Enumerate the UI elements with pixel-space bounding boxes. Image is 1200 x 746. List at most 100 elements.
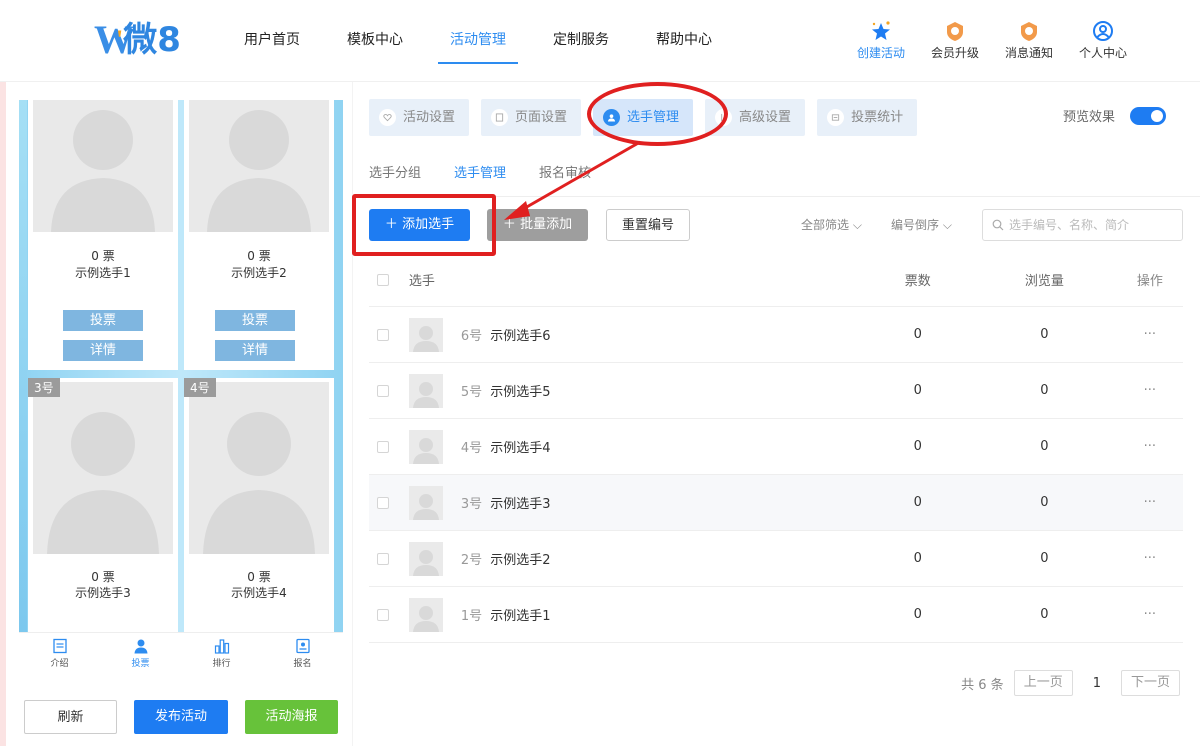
view-count: 0 [1040,383,1049,398]
more-actions-icon[interactable]: ··· [1117,383,1183,398]
detail-button[interactable]: 详情 [63,340,143,361]
chevron-down-icon: ⌵ [942,218,952,232]
table-row[interactable]: 2号 示例选手2 0 0 ··· [369,531,1183,587]
subtab-player-groups[interactable]: 选手分组 [369,162,421,181]
player-card[interactable]: 4号 0 票 示例选手4 [184,378,334,632]
user-circle-icon [1066,20,1140,42]
player-photo [189,382,329,554]
player-votes: 0 票 [91,249,115,263]
vote-button[interactable]: 投票 [215,310,295,331]
current-page[interactable]: 1 [1093,676,1101,691]
nav-help-center[interactable]: 帮助中心 [636,0,732,82]
player-name: 示例选手2 [231,266,287,280]
vip-upgrade-button[interactable]: 会员升级 [918,20,992,61]
player-avatar [408,429,443,464]
player-card[interactable]: 0 票 示例选手1 投票 详情 [28,100,178,370]
header-votes: 票数 [904,274,931,289]
player-card[interactable]: 0 票 示例选手2 投票 详情 [184,100,334,370]
table-row[interactable]: 1号 示例选手1 0 0 ··· [369,587,1183,643]
phone-tab-vote-label: 投票 [131,659,150,669]
tab-activity-settings[interactable]: 活动设置 [369,99,470,136]
batch-add-button[interactable]: ＋ 批量添加 [487,209,588,241]
more-actions-icon[interactable]: ··· [1117,327,1183,342]
more-actions-icon[interactable]: ··· [1117,439,1183,454]
phone-tab-ranking[interactable]: 排行 [181,633,262,674]
tab-vote-statistics[interactable]: 投票统计 [817,99,918,136]
header-actions: 创建活动 会员升级 消息通知 个人中心 [844,20,1140,61]
search-input[interactable] [1009,218,1169,232]
annotation-rectangle [352,194,496,256]
reset-numbering-button[interactable]: 重置编号 [606,209,690,241]
vote-count: 0 [913,607,922,622]
subtab-signup-review[interactable]: 报名审核 [539,162,591,181]
row-checkbox[interactable] [377,384,389,397]
tab-label: 高级设置 [739,110,792,125]
header-actions: 操作 [1136,274,1163,289]
table-row[interactable]: 4号 示例选手4 0 0 ··· [369,419,1183,475]
next-page-button[interactable]: 下一页 [1120,670,1180,696]
player-search[interactable] [982,209,1183,241]
nav-home[interactable]: 用户首页 [224,0,320,82]
vip-badge-icon [918,20,992,42]
player-avatar [408,597,443,632]
detail-button[interactable]: 详情 [215,340,295,361]
view-count: 0 [1040,551,1049,566]
sub-tabs: 选手分组 选手管理 报名审核 [369,162,624,181]
player-avatar [408,317,443,352]
phone-tab-intro[interactable]: 介绍 [19,633,100,674]
subtab-player-management[interactable]: 选手管理 [454,162,506,181]
preview-switch[interactable] [1130,106,1166,125]
row-checkbox[interactable] [377,496,389,509]
avatar-placeholder-icon [412,437,439,464]
player-number: 2号 [460,553,483,568]
player-number-badge: 4号 [184,378,216,397]
notifications-button[interactable]: 消息通知 [992,20,1066,61]
nav-activity-manage[interactable]: 活动管理 [430,0,526,82]
create-activity-button[interactable]: 创建活动 [844,20,918,61]
table-row[interactable]: 6号 示例选手6 0 0 ··· [369,307,1183,363]
player-table: 选手 票数 浏览量 操作 6号 示例选手6 0 0 ··· 5号 示例选手5 0 [369,253,1183,643]
more-actions-icon[interactable]: ··· [1117,607,1183,622]
personal-center-button[interactable]: 个人中心 [1066,20,1140,61]
refresh-button[interactable]: 刷新 [24,700,117,734]
pagination-total: 共 6 条 [961,677,1004,693]
phone-tab-vote[interactable]: 投票 [100,633,181,674]
player-card[interactable]: 3号 0 票 示例选手3 [28,378,178,632]
row-checkbox[interactable] [377,608,389,621]
filter-dropdown[interactable]: 全部筛选 ⌵ [801,209,862,241]
select-all-checkbox[interactable] [377,273,389,286]
notifications-label: 消息通知 [1004,46,1053,60]
view-count: 0 [1040,327,1049,342]
row-checkbox[interactable] [377,328,389,341]
phone-preview[interactable]: 0 票 示例选手1 投票 详情 0 票 示例选手2 投票 详情 3号 0 票 示… [19,100,343,632]
nav-templates[interactable]: 模板中心 [327,0,423,82]
vote-button[interactable]: 投票 [63,310,143,331]
vote-count: 0 [913,383,922,398]
player-cell: 4号 示例选手4 [389,429,863,464]
phone-tab-signup[interactable]: 报名 [262,633,343,674]
heart-icon [379,109,396,126]
publish-activity-button[interactable]: 发布活动 [134,700,228,734]
prev-page-button[interactable]: 上一页 [1013,670,1073,696]
phone-tab-signup-label: 报名 [293,659,312,669]
table-row[interactable]: 3号 示例选手3 0 0 ··· [369,475,1183,531]
more-actions-icon[interactable]: ··· [1117,495,1183,510]
view-count: 0 [1040,607,1049,622]
avatar-placeholder-icon [412,549,439,576]
row-checkbox[interactable] [377,552,389,565]
logo[interactable]: W' 微8 [94,20,181,61]
batch-add-label: 批量添加 [520,217,573,232]
activity-poster-button[interactable]: 活动海报 [245,700,338,734]
page-icon [491,109,509,126]
avatar-placeholder-icon [412,381,439,408]
logo-text: 微8 [123,20,181,60]
row-checkbox[interactable] [377,440,389,453]
header-player: 选手 [408,274,435,289]
player-cell: 6号 示例选手6 [389,317,863,352]
sort-dropdown[interactable]: 编号倒序 ⌵ [891,209,952,241]
nav-custom-service[interactable]: 定制服务 [533,0,629,82]
table-row[interactable]: 5号 示例选手5 0 0 ··· [369,363,1183,419]
tab-page-settings[interactable]: 页面设置 [481,99,582,136]
avatar-placeholder-icon [412,325,439,352]
more-actions-icon[interactable]: ··· [1117,551,1183,566]
